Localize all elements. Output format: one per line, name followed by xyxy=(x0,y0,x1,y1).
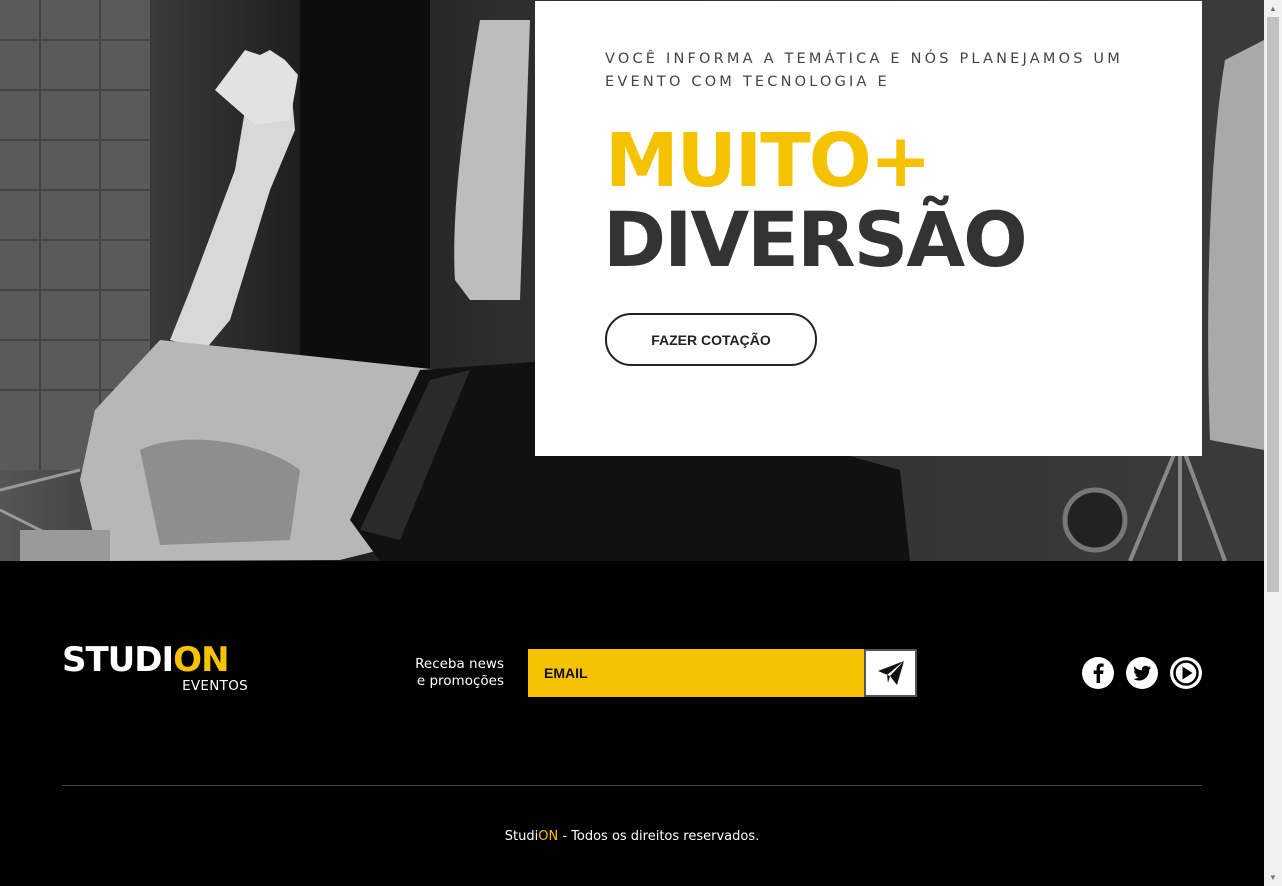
scrollbar-thumb[interactable] xyxy=(1267,17,1279,592)
twitter-icon xyxy=(1126,657,1158,689)
footer: STUDION EVENTOS Receba news e promoções xyxy=(0,561,1264,886)
footer-divider xyxy=(62,785,1202,786)
twitter-link[interactable] xyxy=(1125,656,1159,690)
copyright-rights: - Todos os direitos reservados. xyxy=(558,829,760,844)
facebook-icon xyxy=(1082,657,1114,689)
scroll-up-arrow-icon[interactable]: ▲ xyxy=(1264,0,1282,17)
copyright-text: StudiON - Todos os direitos reservados. xyxy=(0,829,1264,844)
logo-subtitle: EVENTOS xyxy=(182,678,248,694)
promo-card: VOCÊ INFORMA A TEMÁTICA E NÓS PLANEJAMOS… xyxy=(535,1,1202,456)
newsletter-label-line1: Receba news xyxy=(415,656,504,672)
play-icon xyxy=(1170,657,1202,689)
headline-accent: MUITO+ xyxy=(605,118,932,204)
hero-section: VOCÊ INFORMA A TEMÁTICA E NÓS PLANEJAMOS… xyxy=(0,0,1264,561)
studion-logo[interactable]: STUDION EVENTOS xyxy=(62,641,252,701)
request-quote-button[interactable]: FAZER COTAÇÃO xyxy=(605,313,817,366)
newsletter-label: Receba news e promoções xyxy=(380,656,504,690)
copyright-brand-white: Studi xyxy=(504,829,539,844)
hero-tagline: VOCÊ INFORMA A TEMÁTICA E NÓS PLANEJAMOS… xyxy=(605,51,1123,90)
headline-main: DIVERSÃO xyxy=(603,195,1028,284)
copyright-brand-accent: ON xyxy=(538,829,559,844)
logo-main-white: STUDI xyxy=(62,640,174,680)
paper-plane-icon xyxy=(877,661,904,685)
youtube-link[interactable] xyxy=(1169,656,1203,690)
facebook-link[interactable] xyxy=(1081,656,1115,690)
scroll-down-arrow-icon[interactable]: ▼ xyxy=(1264,869,1282,886)
logo-main-accent: ON xyxy=(173,640,229,680)
newsletter-label-line2: e promoções xyxy=(416,673,504,689)
email-input[interactable] xyxy=(528,649,865,697)
send-button[interactable] xyxy=(864,649,917,697)
page-scrollbar[interactable]: ▲ ▼ xyxy=(1264,0,1282,886)
logo-wordmark: STUDION xyxy=(62,641,252,679)
